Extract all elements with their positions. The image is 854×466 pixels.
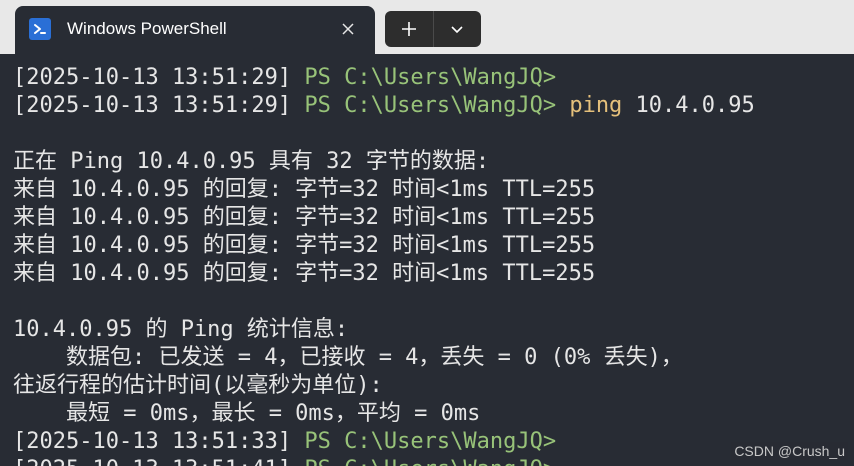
prompt-path: PS C:\Users\WangJQ> (304, 457, 556, 466)
prompt-timestamp: [2025-10-13 13:51:29] (13, 65, 305, 90)
output-line: 来自 10.4.0.95 的回复: 字节=32 时间<1ms TTL=255 (13, 205, 596, 230)
watermark: CSDN @Crush_u (731, 442, 848, 460)
powershell-icon (29, 18, 51, 40)
prompt-timestamp: [2025-10-13 13:51:29] (13, 93, 305, 118)
terminal-output[interactable]: [2025-10-13 13:51:29] PS C:\Users\WangJQ… (13, 64, 854, 466)
prompt-timestamp: [2025-10-13 13:51:41] (13, 457, 304, 466)
command-argument: 10.4.0.95 (622, 93, 755, 118)
command-name: ping (556, 93, 623, 118)
new-tab-button[interactable] (385, 11, 433, 47)
chevron-down-icon (451, 26, 463, 34)
output-line: 来自 10.4.0.95 的回复: 字节=32 时间<1ms TTL=255 (13, 233, 596, 258)
prompt-path: PS C:\Users\WangJQ> (304, 429, 557, 454)
dropdown-button[interactable] (432, 11, 482, 47)
prompt-line: [2025-10-13 13:51:29] PS C:\Users\WangJQ… (13, 92, 854, 120)
prompt-line: [2025-10-13 13:51:41] PS C:\Users\WangJQ… (13, 456, 854, 466)
prompt-line: [2025-10-13 13:51:29] PS C:\Users\WangJQ… (13, 64, 854, 92)
output-line: 来自 10.4.0.95 的回复: 字节=32 时间<1ms TTL=255 (13, 261, 596, 286)
tab-title: Windows PowerShell (67, 19, 227, 38)
prompt-path: PS C:\Users\WangJQ> (304, 93, 557, 118)
tab-windows-powershell[interactable]: Windows PowerShell (15, 6, 375, 54)
output-line: 来自 10.4.0.95 的回复: 字节=32 时间<1ms TTL=255 (13, 177, 596, 202)
prompt-timestamp: [2025-10-13 13:51:33] (13, 429, 305, 454)
output-line: 往返行程的估计时间(以毫秒为单位): (13, 373, 383, 398)
title-bar: Windows PowerShell (0, 0, 854, 54)
prompt-line: [2025-10-13 13:51:33] PS C:\Users\WangJQ… (13, 428, 854, 456)
prompt-path: PS C:\Users\WangJQ> (304, 65, 557, 90)
close-icon[interactable] (337, 18, 359, 40)
tab-actions (385, 11, 481, 47)
output-line: 最短 = 0ms，最长 = 0ms，平均 = 0ms (13, 401, 481, 426)
output-line: 10.4.0.95 的 Ping 统计信息: (13, 317, 349, 342)
output-line: 数据包: 已发送 = 4，已接收 = 4，丢失 = 0 (0% 丢失)， (13, 345, 683, 370)
plus-icon (401, 22, 416, 36)
output-line: 正在 Ping 10.4.0.95 具有 32 字节的数据: (13, 149, 490, 174)
